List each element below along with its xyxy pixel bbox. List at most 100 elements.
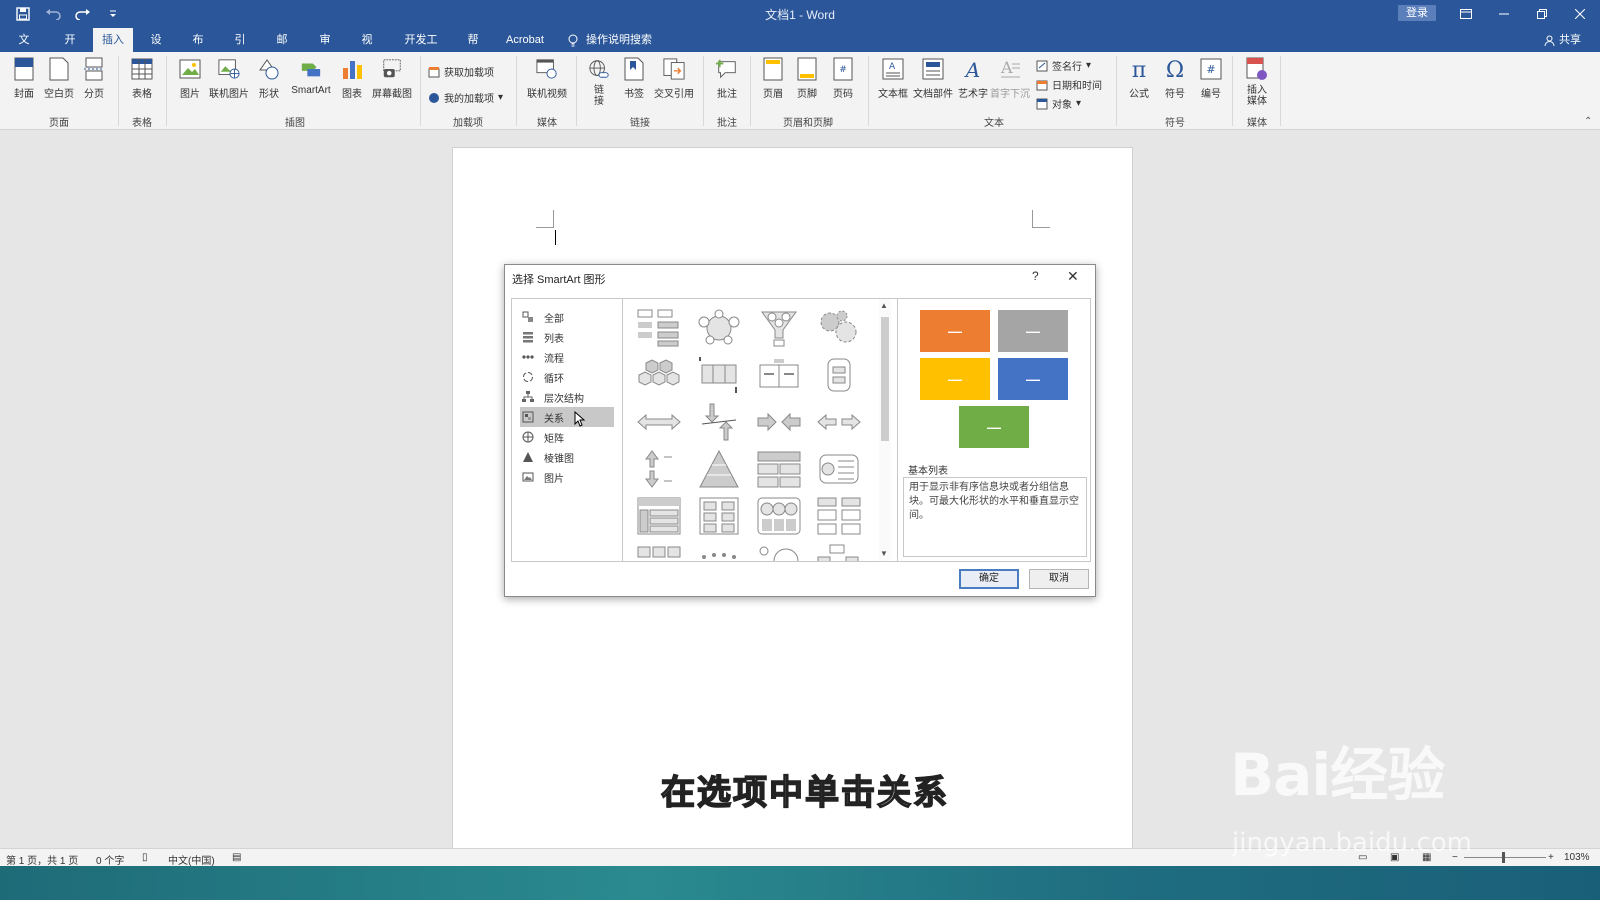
shapes-button[interactable]: 形状 xyxy=(254,56,284,100)
layout-thumbnail[interactable] xyxy=(693,307,745,349)
layout-thumbnail[interactable] xyxy=(753,542,805,561)
footer-button[interactable]: 页脚 xyxy=(792,56,822,100)
page-break-button[interactable]: 分页 xyxy=(80,56,108,100)
tab-view[interactable]: 视图 xyxy=(353,28,381,70)
layout-thumbnail[interactable] xyxy=(633,354,685,396)
category-picture[interactable]: 图片 xyxy=(520,467,614,487)
chart-button[interactable]: 图表 xyxy=(338,56,366,100)
ok-button[interactable]: 确定 xyxy=(959,569,1019,589)
blank-page-button[interactable]: 空白页 xyxy=(42,56,76,100)
wordart-button[interactable]: A 艺术字 xyxy=(956,56,990,100)
language[interactable]: 中文(中国) xyxy=(168,852,215,867)
category-pyramid[interactable]: 棱锥图 xyxy=(520,447,614,467)
zoom-level[interactable]: 103% xyxy=(1564,852,1590,863)
insert-media-button[interactable]: 插入 媒体 xyxy=(1240,56,1274,107)
layout-thumbnail[interactable] xyxy=(753,307,805,349)
word-count[interactable]: 0 个字 xyxy=(96,852,124,867)
new-comment-button[interactable]: 批注 xyxy=(712,56,742,100)
layout-thumbnail[interactable] xyxy=(753,354,805,396)
screenshot-button[interactable]: 屏幕截图 xyxy=(370,56,414,100)
category-relationship[interactable]: 关系 xyxy=(520,407,614,427)
tab-insert[interactable]: 插入 xyxy=(93,28,133,52)
tab-layout[interactable]: 布局 xyxy=(184,28,212,70)
layout-thumbnail[interactable] xyxy=(693,495,745,537)
tab-review[interactable]: 审阅 xyxy=(311,28,339,70)
tell-me-search[interactable]: 操作说明搜索 xyxy=(568,28,652,52)
layout-thumbnail[interactable] xyxy=(633,495,685,537)
my-addins-button[interactable]: 我的加载项 ▾ xyxy=(428,90,503,105)
date-time-button[interactable]: 日期和时间 xyxy=(1036,77,1102,92)
layout-thumbnail[interactable] xyxy=(633,448,685,490)
zoom-slider-thumb[interactable] xyxy=(1502,852,1505,863)
cross-reference-button[interactable]: 交叉引用 xyxy=(652,56,696,100)
layout-thumbnail[interactable] xyxy=(693,401,745,443)
help-icon[interactable]: ? xyxy=(1032,269,1039,283)
tab-design[interactable]: 设计 xyxy=(142,28,170,70)
layout-thumbnail[interactable] xyxy=(693,354,745,396)
page-number-button[interactable]: # 页码 xyxy=(828,56,858,100)
proofing-icon[interactable]: ▯ xyxy=(142,852,148,863)
scroll-up-icon[interactable]: ▲ xyxy=(880,301,888,310)
tab-file[interactable]: 文件 xyxy=(10,28,38,70)
category-list-item[interactable]: 列表 xyxy=(520,327,614,347)
cover-page-button[interactable]: 封面 xyxy=(10,56,38,100)
close-window-icon[interactable] xyxy=(1560,0,1600,28)
category-process[interactable]: 流程 xyxy=(520,347,614,367)
close-icon[interactable]: ✕ xyxy=(1067,268,1079,285)
collapse-ribbon-icon[interactable]: ⌃ xyxy=(1584,116,1592,127)
layout-thumbnail[interactable] xyxy=(753,495,805,537)
zoom-slider[interactable] xyxy=(1464,857,1546,858)
category-hierarchy[interactable]: 层次结构 xyxy=(520,387,614,407)
layout-thumbnail[interactable] xyxy=(813,307,865,349)
scroll-down-icon[interactable]: ▼ xyxy=(880,549,888,558)
drop-cap-button[interactable]: A 首字下沉 xyxy=(990,56,1030,100)
minimize-icon[interactable] xyxy=(1484,0,1524,28)
layout-thumbnail[interactable] xyxy=(753,401,805,443)
layout-thumbnail[interactable] xyxy=(633,401,685,443)
category-all[interactable]: 全部 xyxy=(520,307,614,327)
link-button[interactable]: 链 接 xyxy=(584,56,614,107)
ribbon-display-options-icon[interactable] xyxy=(1446,0,1486,28)
bookmark-button[interactable]: 书签 xyxy=(620,56,648,100)
layout-thumbnail[interactable] xyxy=(813,495,865,537)
quick-parts-button[interactable]: 文档部件 xyxy=(912,56,954,100)
online-video-button[interactable]: 联机视频 xyxy=(524,56,570,100)
equation-button[interactable]: π 公式 xyxy=(1124,56,1154,100)
layout-thumbnail[interactable] xyxy=(813,401,865,443)
zoom-in-icon[interactable]: + xyxy=(1548,852,1554,863)
layout-thumbnail[interactable] xyxy=(633,542,685,561)
header-button[interactable]: 页眉 xyxy=(758,56,788,100)
category-matrix[interactable]: 矩阵 xyxy=(520,427,614,447)
tab-acrobat[interactable]: Acrobat xyxy=(500,28,550,52)
layout-thumbnail[interactable] xyxy=(813,448,865,490)
object-button[interactable]: 对象 ▾ xyxy=(1036,96,1081,111)
table-button[interactable]: 表格 xyxy=(126,56,158,100)
restore-icon[interactable] xyxy=(1522,0,1562,28)
login-button[interactable]: 登录 xyxy=(1398,5,1436,21)
layout-thumbnail[interactable] xyxy=(813,542,865,561)
macro-record-icon[interactable]: ▤ xyxy=(232,852,241,863)
layout-thumbnail[interactable] xyxy=(813,354,865,396)
layout-thumbnail[interactable] xyxy=(693,448,745,490)
cancel-button[interactable]: 取消 xyxy=(1029,569,1089,589)
layout-thumbnail[interactable] xyxy=(693,542,745,561)
layout-thumbnail[interactable] xyxy=(753,448,805,490)
gallery-scrollbar[interactable]: ▲ ▼ xyxy=(879,298,891,562)
online-picture-button[interactable]: 联机图片 xyxy=(208,56,250,100)
category-cycle[interactable]: 循环 xyxy=(520,367,614,387)
numbering-button[interactable]: # 编号 xyxy=(1196,56,1226,100)
page-info[interactable]: 第 1 页，共 1 页 xyxy=(6,852,78,867)
tab-help[interactable]: 帮助 xyxy=(459,28,487,70)
symbol-button[interactable]: Ω 符号 xyxy=(1160,56,1190,100)
textbox-button[interactable]: A 文本框 xyxy=(876,56,910,100)
smartart-button[interactable]: SmartArt xyxy=(288,56,334,96)
tab-home[interactable]: 开始 xyxy=(56,28,84,70)
picture-button[interactable]: 图片 xyxy=(176,56,204,100)
scrollbar-thumb[interactable] xyxy=(881,317,889,441)
signature-line-button[interactable]: 签名行 ▾ xyxy=(1036,58,1091,73)
get-addins-button[interactable]: 获取加载项 xyxy=(428,64,494,79)
tab-developer[interactable]: 开发工具 xyxy=(396,28,446,70)
share-button[interactable]: 共享 xyxy=(1544,28,1581,52)
tab-mailings[interactable]: 邮件 xyxy=(268,28,296,70)
layout-thumbnail[interactable] xyxy=(633,307,685,349)
